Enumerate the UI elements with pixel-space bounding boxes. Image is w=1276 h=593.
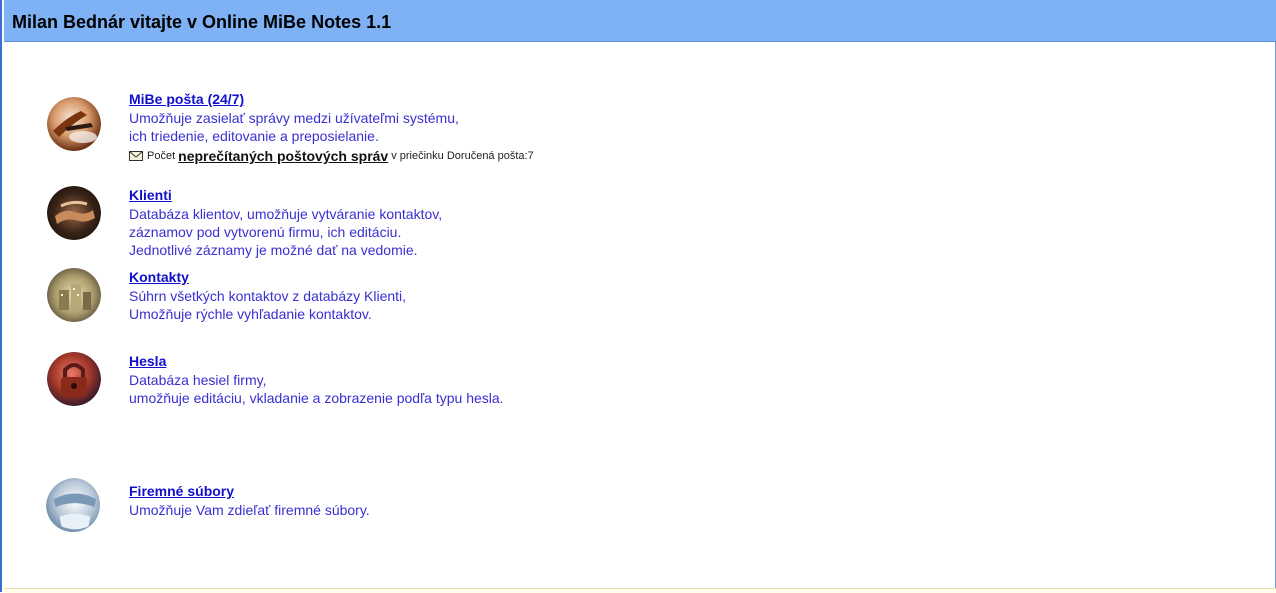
mail-writing-icon[interactable] bbox=[47, 97, 101, 151]
module-desc-mibe-posta: Umožňuje zasielať správy medzi užívateľm… bbox=[129, 109, 459, 145]
city-buildings-icon[interactable] bbox=[47, 268, 101, 322]
module-desc-line: záznamov pod vytvorenú firmu, ich editác… bbox=[129, 224, 402, 240]
page-frame: Milan Bednár vitajte v Online MiBe Notes… bbox=[0, 0, 1276, 593]
module-link-hesla[interactable]: Hesla bbox=[129, 353, 166, 369]
module-desc-line: Databáza hesiel firmy, bbox=[129, 372, 267, 388]
page-title: Milan Bednár vitajte v Online MiBe Notes… bbox=[12, 12, 392, 32]
padlock-icon[interactable] bbox=[47, 352, 101, 406]
module-desc-line: Umožňuje rýchle vyhľadanie kontaktov. bbox=[129, 306, 372, 322]
mail-info-suffix: v priečinku Doručená pošta:7 bbox=[391, 150, 534, 162]
envelope-icon bbox=[129, 151, 143, 161]
module-desc-kontakty: Súhrn všetkých kontaktov z databázy Klie… bbox=[129, 287, 406, 323]
module-desc-firemne-subory: Umožňuje Vam zdieľať firemné súbory. bbox=[129, 501, 370, 519]
module-desc-line: Jednotlivé záznamy je možné dať na vedom… bbox=[129, 242, 418, 258]
unread-mail-link[interactable]: neprečítaných poštových správ bbox=[178, 148, 388, 164]
module-link-kontakty[interactable]: Kontakty bbox=[129, 269, 189, 285]
module-link-klienti[interactable]: Klienti bbox=[129, 187, 172, 203]
module-link-mibe-posta[interactable]: MiBe pošta (24/7) bbox=[129, 91, 244, 107]
module-desc-line: ich triedenie, editovanie a preposielani… bbox=[129, 128, 379, 144]
module-desc-line: Databáza klientov, umožňuje vytváranie k… bbox=[129, 206, 443, 222]
module-desc-klienti: Databáza klientov, umožňuje vytváranie k… bbox=[129, 205, 442, 259]
module-desc-hesla: Databáza hesiel firmy, umožňuje editáciu… bbox=[129, 371, 504, 407]
shared-files-icon[interactable] bbox=[46, 478, 100, 532]
module-desc-line: Súhrn všetkých kontaktov z databázy Klie… bbox=[129, 288, 407, 304]
handshake-icon[interactable] bbox=[47, 186, 101, 240]
unread-mail-info: Počet neprečítaných poštových správ v pr… bbox=[129, 148, 534, 164]
module-desc-line: Umožňuje zasielať správy medzi užívateľm… bbox=[129, 110, 459, 126]
mail-info-prefix: Počet bbox=[147, 150, 176, 162]
footer-strip bbox=[4, 588, 1276, 593]
module-desc-line: Umožňuje Vam zdieľať firemné súbory. bbox=[129, 502, 370, 518]
header-bar: Milan Bednár vitajte v Online MiBe Notes… bbox=[4, 0, 1276, 42]
module-desc-line: umožňuje editáciu, vkladanie a zobrazeni… bbox=[129, 390, 504, 406]
module-link-firemne-subory[interactable]: Firemné súbory bbox=[129, 483, 234, 499]
